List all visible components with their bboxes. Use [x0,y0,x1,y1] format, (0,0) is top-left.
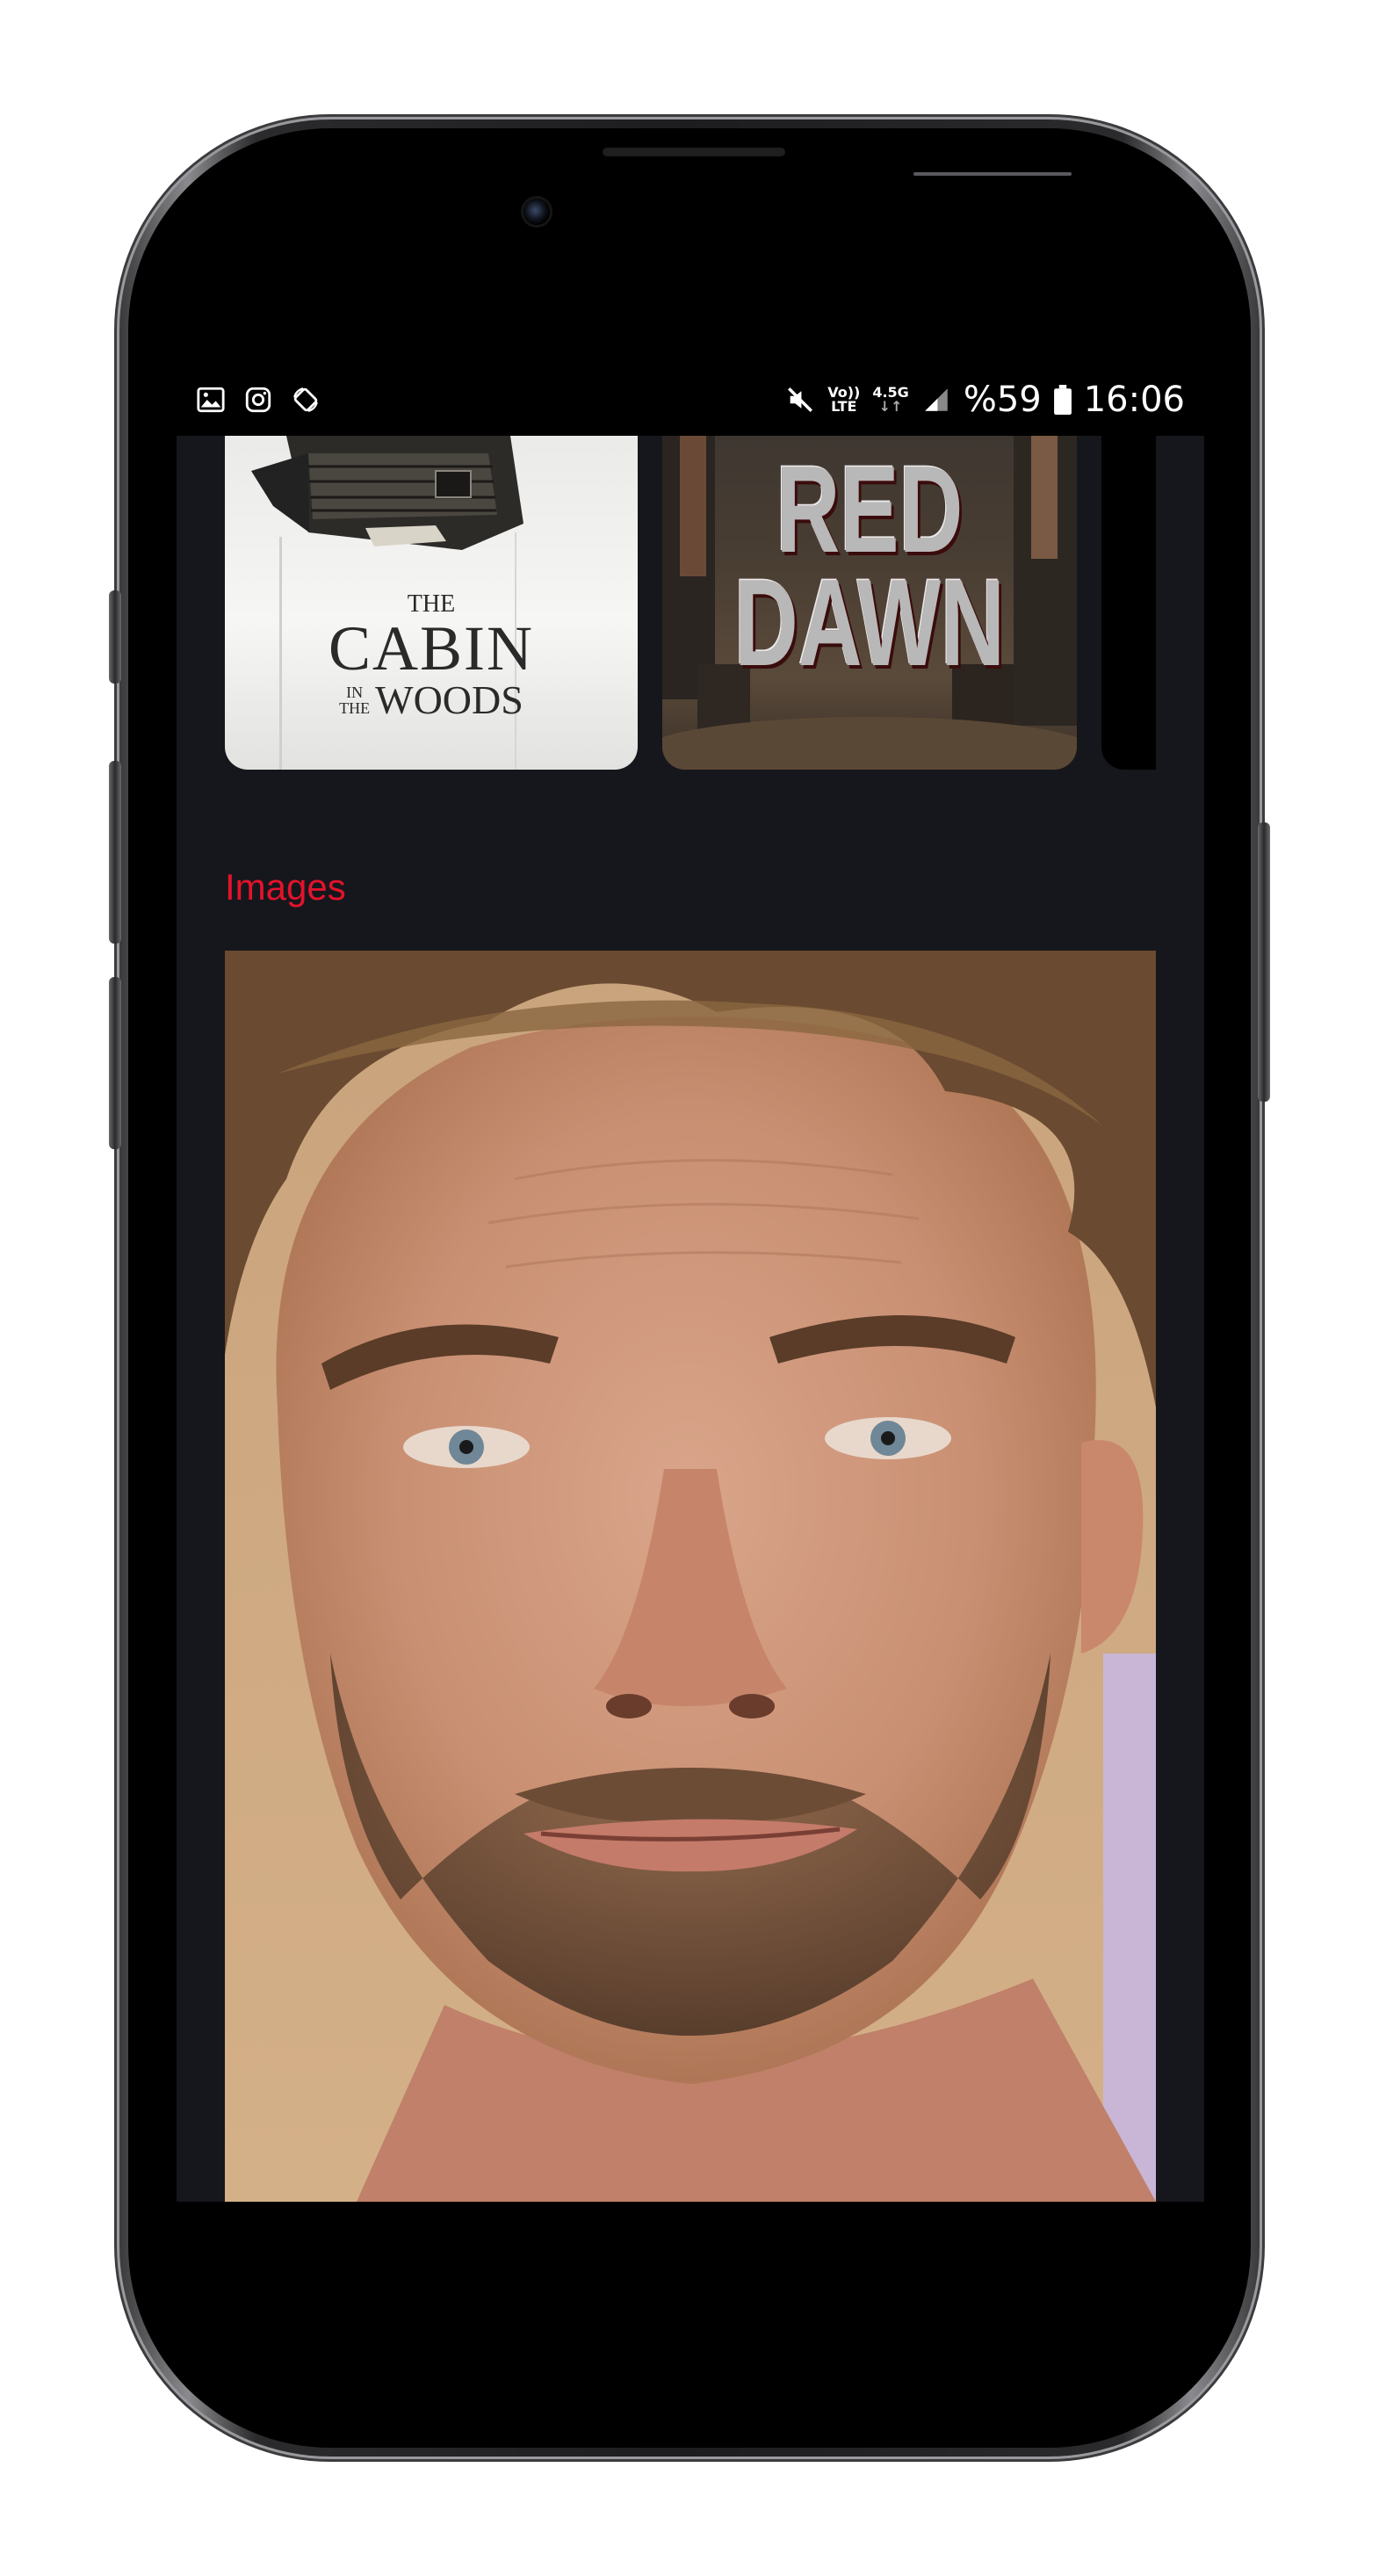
frame-antenna-line [913,172,1072,176]
app-screen: THE CABIN IN THE WOODS RED DAWN Images [177,436,1204,2202]
volume-down-button [109,761,121,944]
poster-title-cabin: THE CABIN IN THE WOODS [328,590,534,722]
person-image[interactable] [225,951,1156,2202]
earpiece-speaker [603,148,785,156]
volume-button-secondary [109,977,121,1149]
volte-indicator: Vo)) LTE [827,384,861,415]
mute-icon [788,387,813,412]
volume-up-button [109,590,121,684]
movie-poster-cabin-in-the-woods[interactable]: THE CABIN IN THE WOODS [225,436,638,770]
gallery-icon [197,387,225,413]
network-indicator: 4.5G ↓↑ [872,384,909,415]
instagram-icon [245,387,271,413]
signal-icon [925,388,948,411]
clock: 16:06 [1083,380,1185,420]
battery-percent: %59 [963,380,1042,420]
screen-rotate-icon [293,387,318,412]
battery-icon [1053,385,1072,415]
movie-poster-partial[interactable] [1101,436,1156,770]
movie-poster-red-dawn[interactable]: RED DAWN [662,436,1077,770]
poster-title-red-dawn: RED DAWN [734,440,1005,691]
movie-poster-row: THE CABIN IN THE WOODS RED DAWN [225,436,1156,774]
power-button [1258,822,1270,1102]
portrait-illustration [225,951,1156,2202]
status-bar: Vo)) LTE 4.5G ↓↑ %59 16:06 [177,369,1204,436]
images-section-title: Images [225,866,346,908]
front-camera [523,199,550,225]
